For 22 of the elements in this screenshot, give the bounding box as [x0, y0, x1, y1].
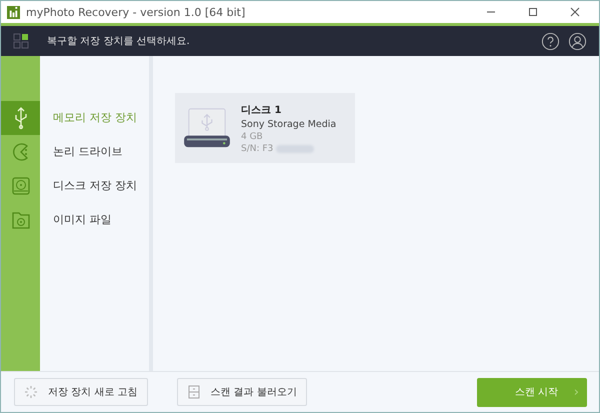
loading-icon [24, 385, 38, 399]
help-icon[interactable] [541, 32, 560, 50]
device-card[interactable]: 디스크 1 Sony Storage Media 4 GB S/N: F3 [175, 93, 355, 163]
app-logo-icon [7, 6, 20, 18]
maximize-icon[interactable] [528, 7, 538, 17]
sidebar-item[interactable]: 논리 드라이브 [40, 135, 149, 169]
device-name: 디스크 1 [241, 104, 282, 116]
window-title: myPhoto Recovery - version 1.0 [64 bit] [26, 6, 246, 18]
cabinet-icon [186, 385, 201, 399]
device-serial: S/N: F3 [241, 144, 274, 154]
load-results-button[interactable]: 스캔 결과 불러오기 [176, 378, 307, 406]
sidebar-icon-tab[interactable] [1, 101, 40, 135]
device-model: Sony Storage Media [241, 118, 336, 130]
header-prompt: 복구할 저장 장치를 선택하세요. [47, 35, 190, 48]
close-icon[interactable] [570, 7, 580, 17]
sidebar-item[interactable]: 이미지 파일 [40, 203, 149, 237]
refresh-devices-button[interactable]: 저장 장치 새로 고침 [14, 378, 148, 406]
device-size: 4 GB [241, 132, 264, 142]
usb-drive-icon [183, 107, 231, 149]
user-icon[interactable] [568, 32, 587, 50]
sidebar-item[interactable]: 디스크 저장 장치 [40, 169, 149, 203]
grid-icon [13, 33, 29, 49]
